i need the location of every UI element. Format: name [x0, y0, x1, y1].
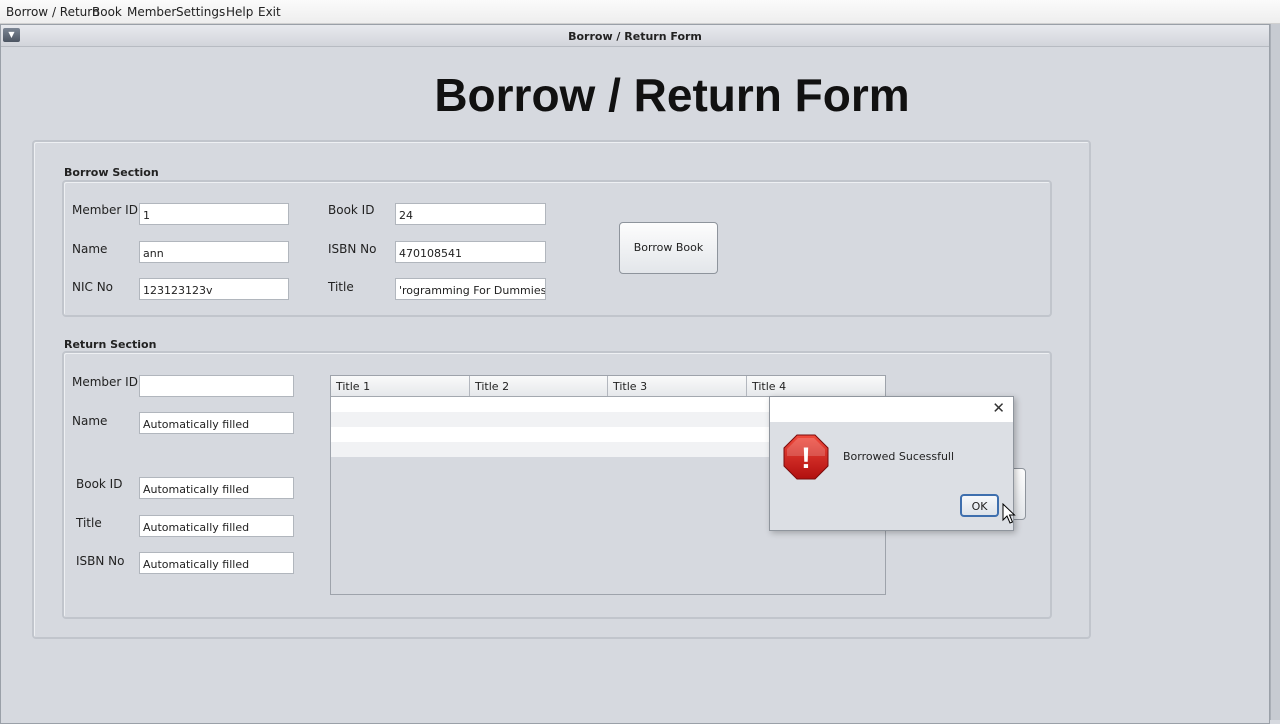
borrow-member-id-label: Member ID	[72, 203, 138, 217]
error-icon: !	[783, 434, 829, 480]
borrow-name-field[interactable]: ann	[139, 241, 289, 263]
return-name-field[interactable]: Automatically filled	[139, 412, 294, 434]
borrow-book-id-label: Book ID	[328, 203, 375, 217]
menu-help[interactable]: Help	[226, 5, 253, 19]
borrow-title-field[interactable]: 'rogramming For Dummies	[395, 278, 546, 300]
return-book-id-label: Book ID	[76, 477, 123, 491]
return-name-label: Name	[72, 414, 108, 428]
return-section-title: Return Section	[64, 338, 157, 351]
frame-title-bar[interactable]: ▼ Borrow / Return Form	[1, 25, 1269, 47]
return-title-field[interactable]: Automatically filled	[139, 515, 294, 537]
borrow-book-id-field[interactable]: 24	[395, 203, 546, 225]
table-header: Title 1 Title 2 Title 3 Title 4	[331, 376, 885, 397]
table-column-header[interactable]: Title 4	[747, 376, 885, 396]
borrow-title-label: Title	[328, 280, 354, 294]
borrow-member-id-field[interactable]: 1	[139, 203, 289, 225]
return-member-id-label: Member ID	[72, 375, 138, 389]
message-dialog: ✕ ! Borrowed Sucessfull OK	[769, 396, 1014, 531]
frame-title: Borrow / Return Form	[568, 30, 702, 43]
ok-button[interactable]: OK	[960, 494, 999, 517]
borrow-section-title: Borrow Section	[64, 166, 159, 179]
borrow-isbn-field[interactable]: 470108541	[395, 241, 546, 263]
menu-book[interactable]: Book	[92, 5, 122, 19]
menu-exit[interactable]: Exit	[258, 5, 281, 19]
borrow-nic-field[interactable]: 123123123v	[139, 278, 289, 300]
return-title-label: Title	[76, 516, 102, 530]
table-column-header[interactable]: Title 3	[608, 376, 747, 396]
close-icon[interactable]: ✕	[992, 401, 1005, 416]
menu-settings[interactable]: Settings	[176, 5, 225, 19]
return-member-id-field[interactable]	[139, 375, 294, 397]
borrow-nic-label: NIC No	[72, 280, 114, 294]
table-column-header[interactable]: Title 2	[470, 376, 608, 396]
return-book-id-field[interactable]: Automatically filled	[139, 477, 294, 499]
menu-borrow-return[interactable]: Borrow / Return	[6, 5, 100, 19]
table-column-header[interactable]: Title 1	[331, 376, 470, 396]
menu-bar: Borrow / Return Book Member Settings Hel…	[0, 0, 1280, 24]
menu-member[interactable]: Member	[127, 5, 176, 19]
error-icon-glyph: !	[801, 442, 811, 475]
borrow-book-button[interactable]: Borrow Book	[619, 222, 718, 274]
vertical-scrollbar[interactable]	[1270, 24, 1280, 720]
dialog-message: Borrowed Sucessfull	[843, 450, 955, 463]
dialog-title-bar[interactable]: ✕	[770, 397, 1013, 422]
return-isbn-label: ISBN No	[76, 554, 125, 568]
return-isbn-field[interactable]: Automatically filled	[139, 552, 294, 574]
borrow-isbn-label: ISBN No	[328, 242, 377, 256]
page-title: Borrow / Return Form	[434, 69, 910, 121]
borrow-name-label: Name	[72, 242, 108, 256]
mouse-cursor-icon	[1002, 503, 1016, 524]
